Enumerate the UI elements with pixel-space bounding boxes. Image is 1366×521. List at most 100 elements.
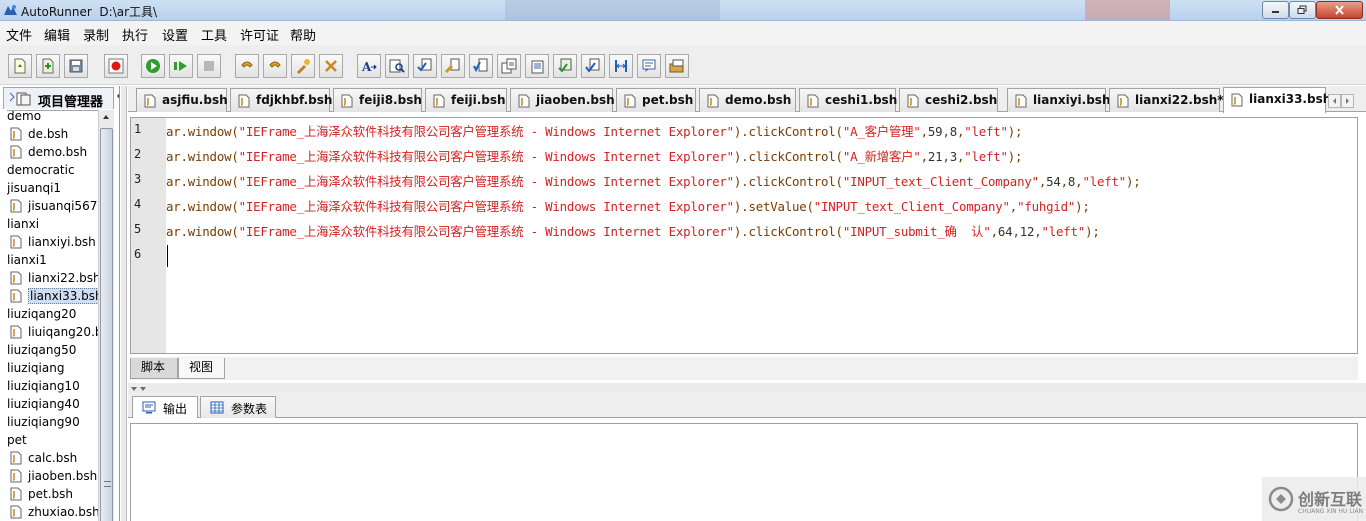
scroll-up-icon[interactable] (101, 112, 111, 122)
tree-item-label: liuiqang20.b (28, 325, 98, 339)
tree-file-zhuxiao[interactable]: zhuxiao.bsh (10, 503, 98, 521)
blurred-region (505, 0, 720, 20)
horizontal-splitter[interactable] (128, 383, 1366, 393)
code-token: ); (1007, 124, 1023, 139)
comment-button[interactable] (637, 54, 661, 78)
tree-folder-pet[interactable]: pet (7, 431, 27, 449)
tab-lianxi22[interactable]: lianxi22.bsh* (1109, 88, 1224, 112)
tree-file-lianxi22[interactable]: lianxi22.bsh (10, 269, 98, 287)
tab-script[interactable]: 脚本 (130, 358, 178, 379)
project-manager-tab[interactable]: 项目管理器 (3, 87, 114, 110)
tree-folder-liuziqiang[interactable]: liuziqiang (7, 359, 64, 377)
code-token: "A_新增客户" (842, 149, 921, 164)
text-format-button[interactable]: A (357, 54, 381, 78)
tree-file-lianxiyi[interactable]: lianxiyi.bsh (10, 233, 96, 251)
tree-folder-demo[interactable]: demo (7, 111, 41, 125)
tree-folder-lianxi[interactable]: lianxi (7, 215, 39, 233)
tree-file-de[interactable]: de.bsh (10, 125, 68, 143)
tree-folder-democratic[interactable]: democratic (7, 161, 75, 179)
tab-ceshi1[interactable]: ceshi1.bsh (799, 88, 897, 112)
menu-run[interactable]: 执行 (122, 25, 148, 44)
tab-lianxiyi[interactable]: lianxiyi.bsh (1007, 88, 1111, 112)
tab-lianxi33[interactable]: lianxi33.bsh (1223, 87, 1331, 113)
watermark: 创新互联 CHUANG XIN HU LIAN (1262, 477, 1366, 521)
menu-help[interactable]: 帮助 (290, 25, 316, 44)
verify-button[interactable] (469, 54, 493, 78)
tree-item-label: pet (7, 433, 27, 447)
tab-demo[interactable]: demo.bsh (699, 88, 796, 112)
tree-file-jisuanqi567[interactable]: jisuanqi567. (10, 197, 98, 215)
tree-file-lianxi33[interactable]: lianxi33.bsh (10, 287, 98, 305)
copy-button[interactable] (497, 54, 521, 78)
menu-tools[interactable]: 工具 (201, 25, 227, 44)
menu-file[interactable]: 文件 (6, 25, 32, 44)
stop-button[interactable] (197, 54, 221, 78)
code-editor[interactable]: 123456 ar.window("IEFrame_上海泽众软件科技有限公司客户… (130, 117, 1358, 354)
verify-object-button[interactable] (581, 54, 605, 78)
output-console[interactable] (130, 423, 1358, 521)
tree-folder-liuziqang20[interactable]: liuziqang20 (7, 305, 76, 323)
undo-button[interactable] (235, 54, 259, 78)
tab-ceshi2[interactable]: ceshi2.bsh (899, 88, 998, 112)
tree-file-demo[interactable]: demo.bsh (10, 143, 87, 161)
verify-object-icon (585, 58, 600, 73)
tab-jiaoben[interactable]: jiaoben.bsh (510, 88, 615, 112)
watermark-text: 创新互联 (1298, 490, 1363, 509)
tab-pet[interactable]: pet.bsh (616, 88, 696, 112)
toolbox-button[interactable] (665, 54, 689, 78)
tree-folder-liuziqiang90[interactable]: liuziqiang90 (7, 413, 80, 431)
tree-folder-liuziqiang10[interactable]: liuziqiang10 (7, 377, 80, 395)
tab-label: feiji8.bsh (359, 93, 422, 107)
tree-file-pet[interactable]: pet.bsh (10, 485, 73, 503)
scrollbar-thumb[interactable] (100, 128, 113, 521)
new-script-button[interactable] (8, 54, 32, 78)
tab-view[interactable]: 视图 (178, 358, 225, 379)
tree-item-label: liuziqiang90 (7, 415, 80, 429)
tree-folder-liuziqang50[interactable]: liuziqang50 (7, 341, 76, 359)
code-token: "left" (964, 149, 1008, 164)
tab-feiji8[interactable]: feiji8.bsh (333, 88, 422, 112)
script-file-icon (10, 505, 22, 519)
check-point-button[interactable] (413, 54, 437, 78)
insert-button[interactable] (441, 54, 465, 78)
tree-folder-jisuanqi1[interactable]: jisuanqi1 (7, 179, 61, 197)
menu-settings[interactable]: 设置 (162, 25, 188, 44)
tab-asjfiu[interactable]: asjfiu.bsh (136, 88, 228, 112)
find-button[interactable] (385, 54, 409, 78)
tools-settings-button[interactable] (319, 54, 343, 78)
close-button[interactable] (1316, 1, 1363, 19)
vertical-splitter[interactable] (121, 86, 127, 521)
maximize-button[interactable] (1289, 1, 1316, 19)
object-button[interactable] (553, 54, 577, 78)
redo-button[interactable] (263, 54, 287, 78)
tab-feiji[interactable]: feiji.bsh (425, 88, 507, 112)
menu-edit[interactable]: 编辑 (44, 25, 70, 44)
tab-scroll-right-button[interactable] (1341, 94, 1354, 108)
paste-button[interactable] (525, 54, 549, 78)
split-button[interactable] (609, 54, 633, 78)
open-script-button[interactable] (36, 54, 60, 78)
tool-button[interactable] (291, 54, 315, 78)
tab-scroll-left-button[interactable] (1328, 94, 1341, 108)
tree-folder-liuziqiang40[interactable]: liuziqiang40 (7, 395, 80, 413)
menu-record[interactable]: 录制 (83, 25, 109, 44)
code-token: , (1009, 199, 1018, 214)
script-file-icon (10, 451, 22, 465)
minimize-button[interactable] (1262, 1, 1289, 19)
tree-folder-lianxi1[interactable]: lianxi1 (7, 251, 47, 269)
tab-fdjkhbf[interactable]: fdjkhbf.bsh (230, 88, 332, 112)
collapse-arrow-icon[interactable] (116, 87, 120, 105)
tab-params[interactable]: 参数表 (200, 396, 276, 418)
save-button[interactable] (64, 54, 88, 78)
tree-file-liuiqang20[interactable]: liuiqang20.b (10, 323, 98, 341)
project-tree-scrollbar[interactable] (98, 110, 114, 521)
save-icon (69, 59, 83, 73)
tab-output[interactable]: 输出 (132, 396, 198, 418)
menu-license[interactable]: 许可证 (240, 25, 279, 44)
run-button[interactable] (141, 54, 165, 78)
tree-file-jiaoben[interactable]: jiaoben.bsh (10, 467, 97, 485)
tree-file-calc[interactable]: calc.bsh (10, 449, 77, 467)
run-step-button[interactable] (169, 54, 193, 78)
record-button[interactable] (104, 54, 128, 78)
tab-label: lianxi33.bsh (1249, 92, 1332, 106)
